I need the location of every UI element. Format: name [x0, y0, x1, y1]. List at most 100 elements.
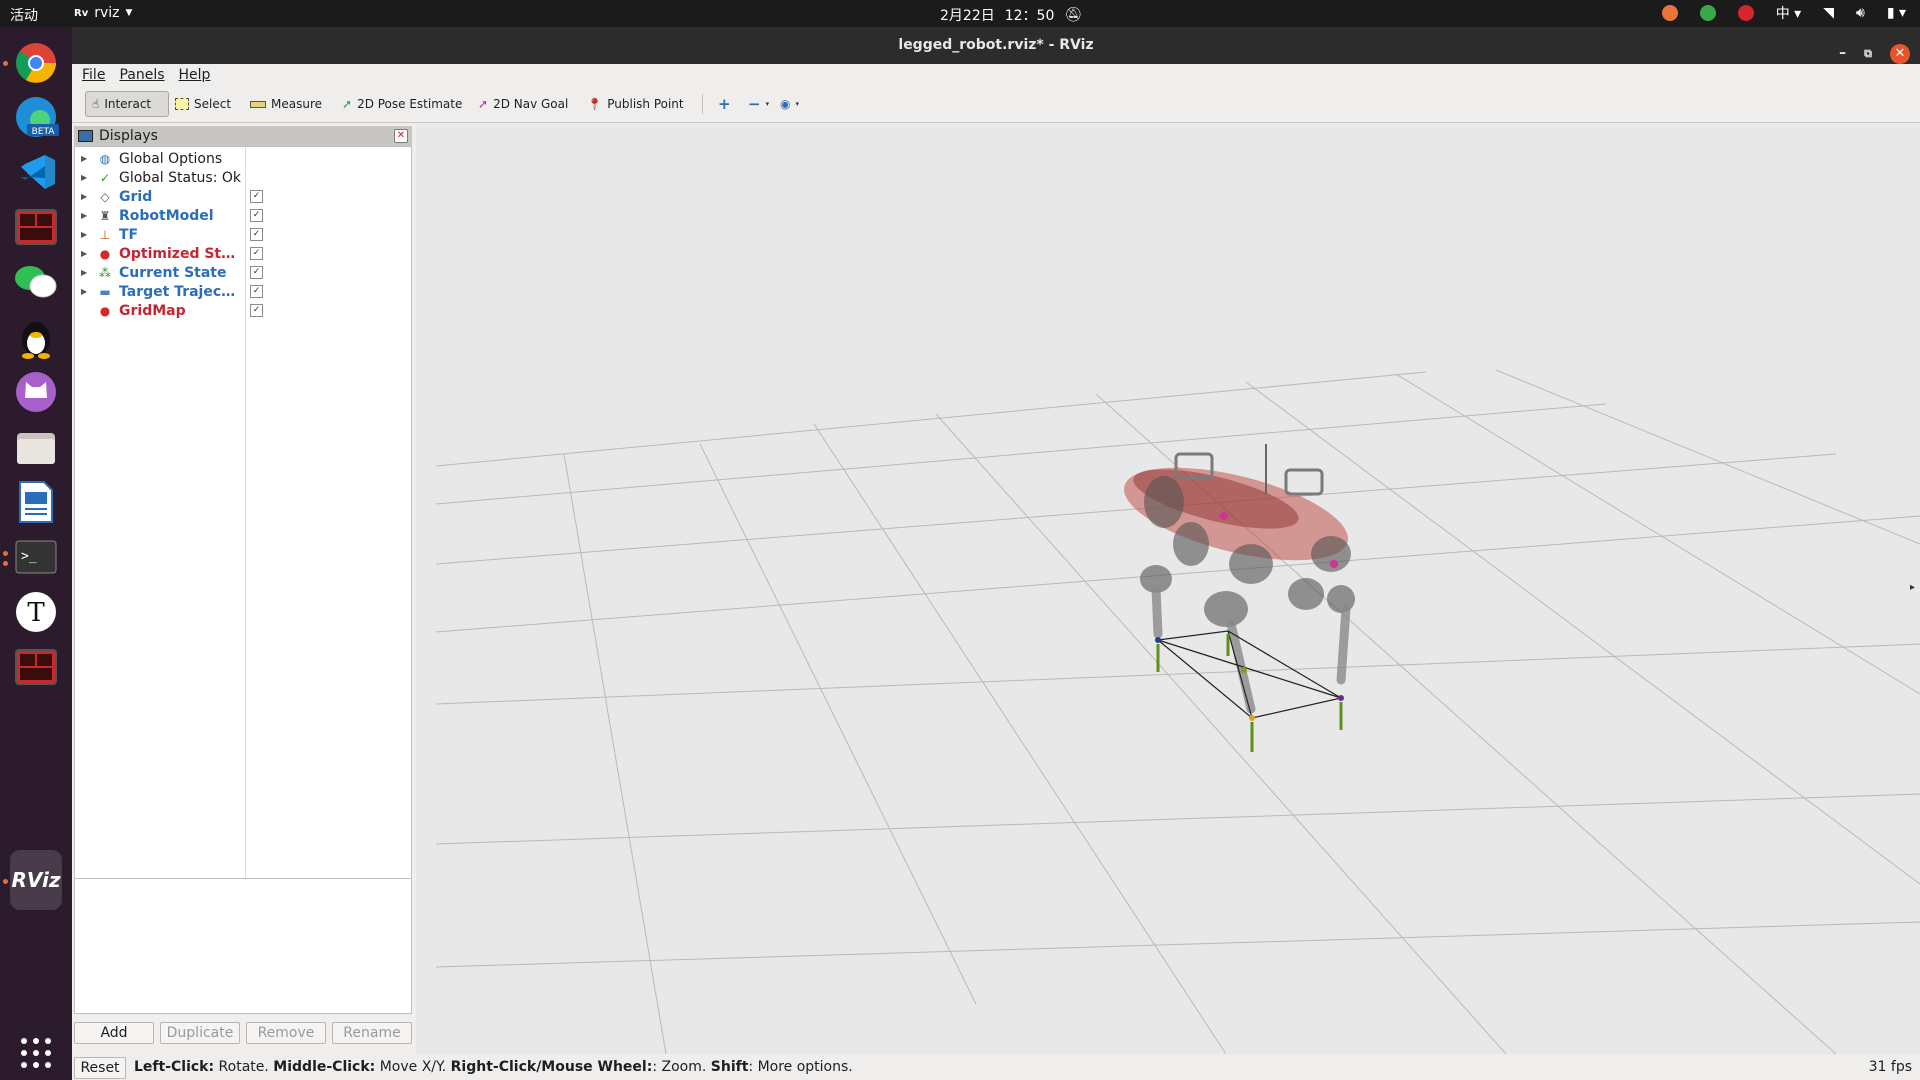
- terminator-launcher-2[interactable]: [10, 641, 62, 693]
- tool-2d-pose-estimate[interactable]: ➚ 2D Pose Estimate: [336, 91, 468, 117]
- expand-arrow-icon[interactable]: ▶: [81, 249, 87, 258]
- display-enabled-checkbox[interactable]: ✓: [250, 247, 263, 260]
- expand-arrow-icon[interactable]: ▶: [81, 230, 87, 239]
- display-item[interactable]: ▶ ▬ Target Traject... ✓: [75, 282, 411, 301]
- expand-arrow-icon[interactable]: ▶: [81, 268, 87, 277]
- terminal-launcher[interactable]: >_: [10, 531, 62, 583]
- tool-publish-point-label: Publish Point: [607, 97, 684, 111]
- do-not-disturb-icon[interactable]: [1737, 5, 1754, 21]
- display-item[interactable]: ▶ ◇ Grid ✓: [75, 187, 411, 206]
- hint-left-click-value: Rotate.: [218, 1059, 269, 1075]
- hand-cursor-icon: ☝︎: [92, 97, 100, 111]
- typora-launcher[interactable]: T: [10, 586, 62, 638]
- tool-select-label: Select: [194, 97, 232, 111]
- display-item[interactable]: ▶ ◍ Global Options: [75, 149, 411, 168]
- display-item[interactable]: ▶●GridMap✓: [75, 301, 411, 320]
- menu-panels[interactable]: Panels: [119, 67, 164, 83]
- volume-icon[interactable]: 🔊︎: [1856, 5, 1865, 21]
- window-title-bar[interactable]: legged_robot.rviz* - RViz – ⧉ ✕: [72, 27, 1920, 64]
- qq-launcher[interactable]: [10, 311, 62, 363]
- system-top-bar: 活动 Rv rviz ▼ 2月22日 12：50 🔕︎ 中 ▾ ◥ 🔊︎ ▮ ▾: [0, 0, 1920, 27]
- time-text: 12：50: [1004, 8, 1055, 24]
- svg-text:BETA: BETA: [32, 127, 56, 137]
- display-item[interactable]: ▶ ✓ Global Status: Ok: [75, 168, 411, 187]
- reset-button[interactable]: Reset: [74, 1057, 126, 1079]
- add-tool-button[interactable]: +: [712, 91, 737, 117]
- display-item[interactable]: ▶ ● Optimized Sta... ✓: [75, 244, 411, 263]
- show-apps-button[interactable]: [10, 1027, 62, 1079]
- close-window-button[interactable]: ✕: [1890, 43, 1910, 64]
- monitor-icon: [78, 130, 93, 142]
- writer-launcher[interactable]: [10, 476, 62, 528]
- chevron-down-icon: ▼: [125, 8, 133, 18]
- rviz-launcher[interactable]: RViz: [10, 850, 62, 910]
- rename-button[interactable]: Rename: [332, 1022, 412, 1044]
- grid-icon: ◇: [100, 189, 110, 204]
- properties-area: [74, 878, 412, 1014]
- hint-left-click-key: Left-Click:: [134, 1059, 215, 1075]
- display-enabled-checkbox[interactable]: ✓: [250, 285, 263, 298]
- edge-beta-launcher[interactable]: BETA: [10, 91, 62, 143]
- expand-arrow-icon[interactable]: ▶: [81, 154, 87, 163]
- displays-panel: Displays ✕ ▶ ◍ Global Options ▶ ✓ Global Stat…: [72, 124, 414, 898]
- expand-arrow-icon[interactable]: ▶: [81, 287, 87, 296]
- libreoffice-writer-icon: [19, 481, 53, 523]
- battery-icon[interactable]: ▮ ▾: [1887, 5, 1906, 21]
- display-item[interactable]: ▶ ♜ RobotModel ✓: [75, 206, 411, 225]
- tool-measure[interactable]: Measure: [244, 91, 328, 117]
- display-enabled-checkbox[interactable]: ✓: [250, 209, 263, 222]
- tool-select[interactable]: Select: [169, 91, 237, 117]
- ruler-icon: [250, 100, 266, 108]
- display-enabled-checkbox[interactable]: ✓: [250, 190, 263, 203]
- add-display-button[interactable]: Add: [74, 1022, 154, 1044]
- mouse-hint-text: Left-Click: Rotate. Middle-Click: Move X…: [134, 1059, 853, 1075]
- terminal-icon: >_: [15, 540, 57, 574]
- display-item[interactable]: ▶ ⊥ TF ✓: [75, 225, 411, 244]
- tray-app-icon[interactable]: [1661, 5, 1678, 21]
- dropdown-arrow-icon: ▾: [795, 100, 799, 108]
- duplicate-button[interactable]: Duplicate: [160, 1022, 240, 1044]
- chrome-icon: [16, 43, 56, 83]
- clock[interactable]: 2月22日 12：50 🔕︎: [940, 5, 1082, 25]
- terminator-launcher[interactable]: [10, 201, 62, 253]
- input-method-menu[interactable]: 中 ▾: [1776, 3, 1801, 23]
- display-enabled-checkbox[interactable]: ✓: [250, 304, 263, 317]
- menu-file[interactable]: File: [82, 67, 105, 83]
- remove-tool-button[interactable]: − ▾: [742, 91, 775, 117]
- displays-tree: ▶ ◍ Global Options ▶ ✓ Global Status: Ok ▶ ◇ Gri…: [74, 146, 412, 898]
- expand-arrow-icon[interactable]: ▶: [81, 173, 87, 182]
- tool-measure-label: Measure: [271, 97, 322, 111]
- collapse-right-arrow-icon[interactable]: ▸: [1910, 582, 1915, 593]
- robot-icon: ♜: [99, 208, 111, 223]
- menu-help[interactable]: Help: [179, 67, 211, 83]
- expand-arrow-icon[interactable]: ▶: [81, 211, 87, 220]
- cat-app-launcher[interactable]: [10, 366, 62, 418]
- hint-shift-key: Shift: [710, 1059, 749, 1075]
- files-launcher[interactable]: [10, 421, 62, 473]
- panel-close-icon[interactable]: ✕: [394, 129, 408, 143]
- tool-publish-point[interactable]: 📍︎ Publish Point: [581, 91, 690, 117]
- wifi-icon[interactable]: ◥: [1823, 5, 1834, 21]
- green-arrow-icon: ➚: [342, 97, 353, 111]
- expand-arrow-icon[interactable]: ▶: [81, 192, 87, 201]
- running-indicator: [3, 561, 8, 566]
- hint-shift-value: : More options.: [748, 1059, 853, 1075]
- wechat-launcher[interactable]: [10, 256, 62, 308]
- tool-interact[interactable]: ☝︎ Interact: [85, 91, 169, 117]
- files-folder-icon: [17, 433, 55, 464]
- display-item[interactable]: ▶ ⁂ Current State ✓: [75, 263, 411, 282]
- chrome-launcher[interactable]: [10, 37, 62, 89]
- vscode-launcher[interactable]: [10, 146, 62, 198]
- tool-2d-nav-goal[interactable]: ➚ 2D Nav Goal: [472, 91, 574, 117]
- display-enabled-checkbox[interactable]: ✓: [250, 228, 263, 241]
- tool-properties-button[interactable]: ◉ ▾: [774, 91, 805, 117]
- 3d-render-viewport[interactable]: ◂ ▸: [416, 124, 1920, 1054]
- activities-button[interactable]: 活动: [10, 5, 38, 25]
- menu-bar: File Panels Help: [72, 64, 1920, 86]
- wechat-tray-icon[interactable]: [1699, 5, 1716, 21]
- select-box-icon: [175, 98, 189, 110]
- tool-interact-label: Interact: [104, 97, 152, 111]
- app-menu[interactable]: Rv rviz ▼: [74, 5, 132, 21]
- remove-button[interactable]: Remove: [246, 1022, 326, 1044]
- display-enabled-checkbox[interactable]: ✓: [250, 266, 263, 279]
